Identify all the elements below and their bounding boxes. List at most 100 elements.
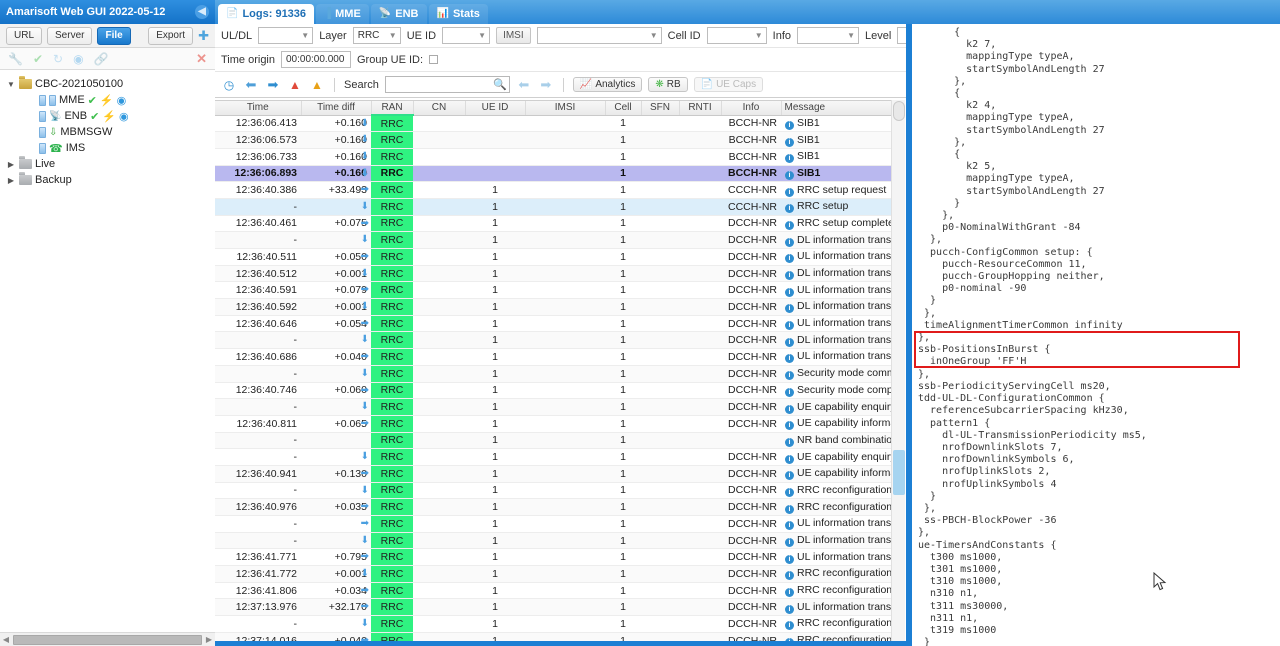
column-header-info[interactable]: Info [721, 101, 782, 116]
tree-item-mbmsgw[interactable]: ⇩ MBMSGW [2, 124, 215, 140]
server-button[interactable]: Server [47, 26, 93, 45]
scroll-thumb-top[interactable] [893, 101, 905, 121]
url-button[interactable]: URL [6, 26, 43, 45]
binoculars-icon[interactable]: 🔍 [493, 78, 507, 91]
tab-mme[interactable]: ▐ MME [316, 4, 369, 24]
chevron-right-icon[interactable]: ▶ [6, 160, 16, 169]
table-row[interactable]: 12:36:40.386 +33.493 ➡ RRC 1 1 CCCH-NR i RRC set… [215, 181, 905, 199]
play-circle-icon[interactable]: ◉ [73, 53, 83, 65]
tree-item-ims[interactable]: ☎ IMS [2, 140, 215, 156]
uldl-select[interactable]: ▼ [258, 27, 314, 44]
column-header-sfn[interactable]: SFN [641, 101, 680, 116]
error-triangle-icon[interactable]: ▲ [287, 77, 303, 93]
bolt-icon[interactable]: ⚡ [102, 110, 116, 123]
tab-stats[interactable]: 📊 Stats [428, 4, 488, 24]
wrench-icon[interactable]: 🔧 [8, 53, 23, 65]
table-row[interactable]: 12:36:06.733 +0.160 ⬇ RRC 1 BCCH-NR i SIB1 [215, 148, 905, 166]
cellid-select[interactable]: ▼ [706, 27, 767, 44]
tab-enb[interactable]: 📡 ENB [370, 4, 427, 24]
table-row[interactable]: - ⬇ RRC 1 1 DCCH-NR i DL information transfer [215, 532, 905, 550]
scroll-right-arrow[interactable]: ▶ [203, 635, 215, 644]
table-row[interactable]: 12:36:41.806 +0.034 ➡ RRC 1 1 DCCH-NR i RRC reco… [215, 582, 905, 600]
warning-triangle-icon[interactable]: ▲ [309, 77, 325, 93]
table-row[interactable]: 12:36:40.646 +0.054 ➡ RRC 1 1 DCCH-NR i UL infor… [215, 315, 905, 333]
table-row[interactable]: - ⬇ RRC 1 1 DCCH-NR i Security mode command [215, 365, 905, 383]
table-row[interactable]: 12:36:40.511 +0.050 ➡ RRC 1 1 DCCH-NR i UL infor… [215, 248, 905, 266]
left-panel-hscrollbar[interactable]: ◀ ▶ [0, 632, 215, 646]
group-ueid-checkbox[interactable] [429, 55, 439, 64]
table-row[interactable]: 12:36:40.976 +0.035 ➡ RRC 1 1 DCCH-NR i RRC reco… [215, 498, 905, 516]
chevron-right-icon[interactable]: ▶ [6, 176, 16, 185]
tree-item-mme[interactable]: MME ✔ ⚡ ◉ [2, 92, 215, 108]
ueid-select[interactable]: ▼ [442, 27, 491, 44]
scroll-left-arrow[interactable]: ◀ [0, 635, 12, 644]
check-circle-icon[interactable]: ✔ [88, 94, 97, 107]
column-header-message[interactable]: Message [781, 101, 905, 116]
tab-logs[interactable]: 📄 Logs: 91336 [218, 4, 315, 24]
table-row[interactable]: 12:36:40.591 +0.079 ➡ RRC 1 1 DCCH-NR i UL infor… [215, 281, 905, 300]
table-row[interactable]: 12:36:06.893 +0.160 ⬇ RRC 1 BCCH-NR i SIB1 [215, 165, 905, 183]
arrow-left-icon[interactable]: ⬅ [243, 77, 259, 93]
info-select[interactable]: ▼ [797, 27, 859, 44]
table-row[interactable]: 12:36:06.413 +0.160 ⬇ RRC 1 BCCH-NR i SIB1 [215, 115, 905, 133]
table-row[interactable]: 12:36:40.461 +0.075 ➡ RRC 1 1 DCCH-NR i RRC setu… [215, 215, 905, 233]
link-icon[interactable]: 🔗 [94, 53, 109, 65]
chevron-down-icon[interactable]: ▼ [6, 80, 16, 89]
table-row[interactable]: - ⬇ RRC 1 1 DCCH-NR i DL information transfer [215, 231, 905, 249]
column-header-rnti[interactable]: RNTI [679, 101, 722, 116]
imsi-button[interactable]: IMSI [496, 27, 531, 44]
tree-item-cbc-2021050100[interactable]: ▼ CBC-2021050100 [2, 76, 215, 92]
bolt-icon[interactable]: ⚡ [100, 94, 114, 107]
column-header-imsi[interactable]: IMSI [525, 101, 606, 116]
table-row[interactable]: 12:36:40.746 +0.060 ➡ RRC 1 1 DCCH-NR i Security… [215, 382, 905, 400]
chevron-left-icon[interactable]: ◀ [195, 5, 209, 19]
play-circle-icon[interactable]: ◉ [117, 94, 127, 107]
refresh-icon[interactable]: ↻ [53, 53, 63, 65]
export-button[interactable]: Export [148, 26, 194, 45]
check-circle-icon[interactable]: ✔ [90, 110, 99, 123]
imsi-select[interactable]: ▼ [536, 27, 662, 44]
clock-icon[interactable]: ◷ [221, 77, 237, 93]
search-input[interactable]: 🔍 [384, 76, 510, 93]
tree-item-backup[interactable]: ▶ Backup [2, 172, 215, 188]
table-row[interactable]: 12:36:40.811 +0.065 ➡ RRC 1 1 DCCH-NR i UE capab… [215, 415, 905, 433]
table-row[interactable]: - ⬇ RRC 1 1 CCCH-NR i RRC setup [215, 198, 905, 216]
arrow-right-pale-icon[interactable]: ➡ [538, 77, 554, 93]
column-header-cn[interactable]: CN [413, 101, 466, 116]
table-row[interactable]: 12:36:40.592 +0.001 ⬇ RRC 1 1 DCCH-NR i DL infor… [215, 298, 905, 316]
time-origin-input[interactable]: 00:00:00.000 [281, 51, 351, 68]
scroll-thumb[interactable] [13, 634, 202, 645]
table-row[interactable]: 12:36:41.772 +0.001 ⬇ RRC 1 1 DCCH-NR i RRC reco… [215, 565, 905, 583]
tree-item-live[interactable]: ▶ Live [2, 156, 215, 172]
column-header-ue-id[interactable]: UE ID [465, 101, 526, 116]
file-button[interactable]: File [97, 26, 131, 45]
table-row[interactable]: 12:36:41.771 +0.795 ➡ RRC 1 1 DCCH-NR i UL infor… [215, 548, 905, 567]
column-header-time-diff[interactable]: Time diff [301, 101, 372, 116]
table-row[interactable]: 12:36:40.686 +0.040 ➡ RRC 1 1 DCCH-NR i UL infor… [215, 348, 905, 366]
table-row[interactable]: 12:36:40.941 +0.130 ➡ RRC 1 1 DCCH-NR i UE capab… [215, 465, 905, 483]
table-row[interactable]: - ⬇ RRC 1 1 DCCH-NR i RRC reconfiguration [215, 615, 905, 633]
table-row[interactable]: - ⬇ RRC 1 1 DCCH-NR i DL information transfer [215, 331, 905, 350]
column-header-cell[interactable]: Cell [605, 101, 642, 116]
tree-item-enb[interactable]: 📡 ENB ✔ ⚡ ◉ [2, 108, 215, 124]
table-row[interactable]: - ➡ RRC 1 1 DCCH-NR i UL information transfer [215, 515, 905, 533]
table-row[interactable]: 12:36:40.512 +0.001 ⬇ RRC 1 1 DCCH-NR i DL infor… [215, 265, 905, 283]
check-circle-icon[interactable]: ✔ [33, 53, 43, 65]
config-detail-pane[interactable]: { k2 7, mappingType typeA, startSymbolAn… [912, 24, 1280, 646]
table-row[interactable]: - ⬇ RRC 1 1 DCCH-NR i UE capability enquiry [215, 398, 905, 416]
log-table-container[interactable]: Time Time diff RAN CN UE ID IMSI Cell SFN RNTI In… [215, 100, 905, 646]
log-table-vscrollbar[interactable] [891, 100, 905, 646]
scroll-thumb[interactable] [893, 450, 905, 495]
ue-caps-button[interactable]: 📄 UE Caps [693, 77, 764, 92]
table-row[interactable]: 12:37:13.976 +32.170 ➡ RRC 1 1 DCCH-NR i UL info… [215, 598, 905, 617]
column-header-ran[interactable]: RAN [371, 101, 414, 116]
column-header-time[interactable]: Time [215, 101, 302, 116]
analytics-button[interactable]: 📈 Analytics [572, 77, 643, 92]
table-row[interactable]: - ⬇ RRC 1 1 DCCH-NR i RRC reconfiguration [215, 482, 905, 500]
layer-select[interactable]: RRC ▼ [352, 27, 401, 44]
add-blue-icon[interactable]: ✚ [198, 29, 209, 42]
close-red-icon[interactable]: ✕ [196, 51, 207, 67]
table-row[interactable]: - RRC 1 1 i NR band combinations [215, 432, 905, 450]
table-row[interactable]: - ⬇ RRC 1 1 DCCH-NR i UE capability enquiry [215, 448, 905, 466]
arrow-right-icon[interactable]: ➡ [265, 77, 281, 93]
